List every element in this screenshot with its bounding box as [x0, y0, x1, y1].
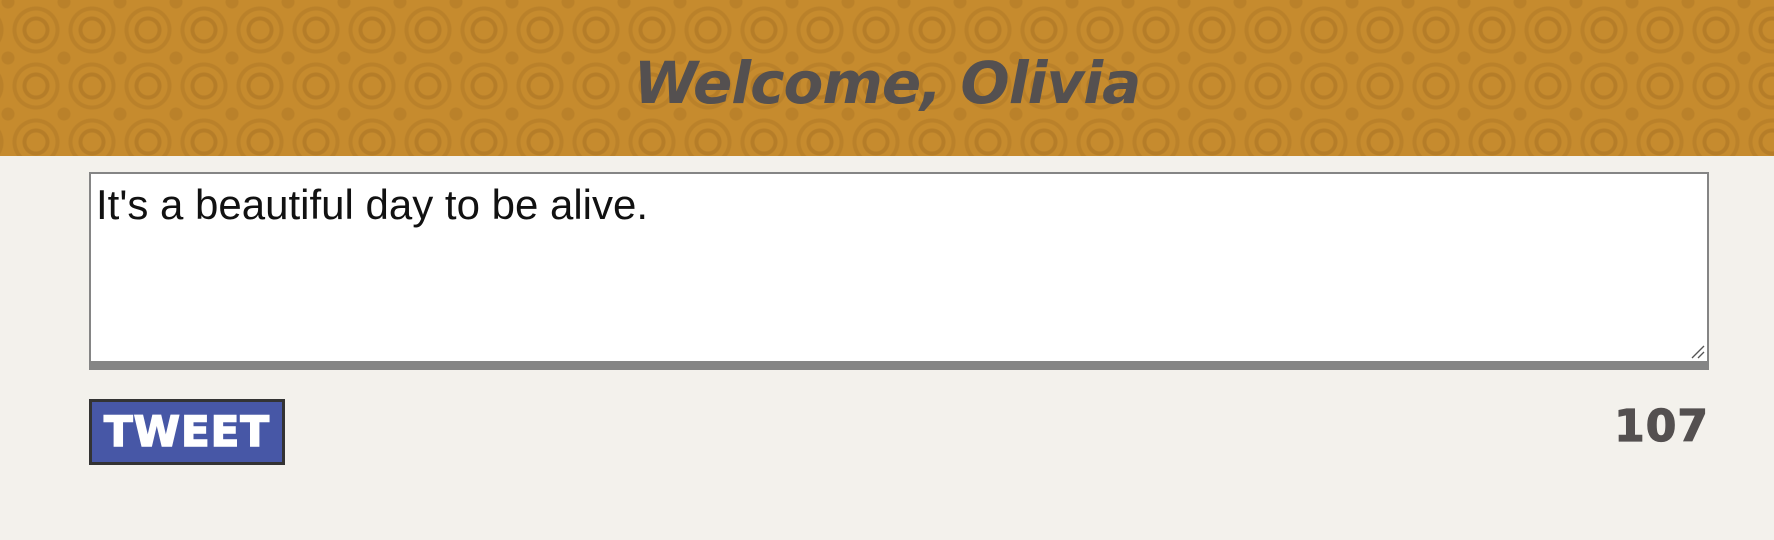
header-banner: Welcome, Olivia	[0, 0, 1774, 156]
resize-grip-icon[interactable]	[1689, 343, 1705, 359]
character-counter: 107	[1614, 400, 1709, 452]
tweet-composer: It's a beautiful day to be alive.	[89, 172, 1709, 370]
tweet-button[interactable]: TWEET	[89, 399, 285, 465]
welcome-title: Welcome, Olivia	[633, 49, 1142, 117]
tweet-textarea[interactable]: It's a beautiful day to be alive.	[91, 174, 1707, 361]
